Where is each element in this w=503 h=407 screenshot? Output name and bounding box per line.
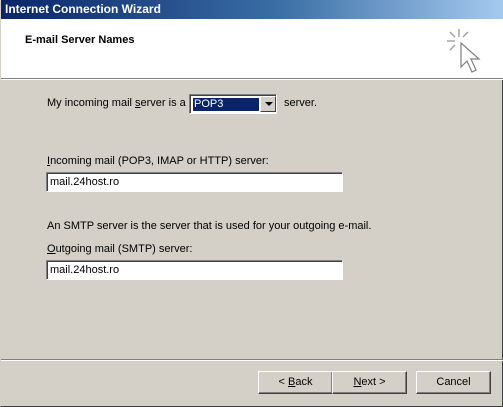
- next-button[interactable]: Next >: [332, 371, 407, 394]
- outgoing-server-label: Outgoing mail (SMTP) server:: [47, 243, 193, 255]
- incoming-server-label: Incoming mail (POP3, IMAP or HTTP) serve…: [47, 155, 269, 167]
- dropdown-button[interactable]: [260, 96, 276, 112]
- incoming-server-field[interactable]: mail.24host.ro: [46, 172, 343, 192]
- wizard-header: E-mail Server Names: [1, 19, 503, 78]
- back-button[interactable]: < Back: [258, 371, 333, 394]
- outgoing-server-field[interactable]: mail.24host.ro: [46, 260, 343, 280]
- incoming-server-type-label: My incoming mail server is a: [47, 97, 186, 109]
- wizard-wand-cursor-icon: [447, 29, 481, 73]
- wizard-window: Internet Connection Wizard E-mail Server…: [0, 0, 503, 407]
- footer-separator: [1, 359, 503, 361]
- cancel-button[interactable]: Cancel: [416, 371, 491, 394]
- server-type-dropdown[interactable]: POP3: [189, 94, 277, 114]
- smtp-description: An SMTP server is the server that is use…: [47, 220, 372, 232]
- title-bar[interactable]: Internet Connection Wizard: [1, 0, 503, 19]
- server-type-selected: POP3: [192, 97, 260, 112]
- header-separator: [1, 78, 503, 80]
- page-title: E-mail Server Names: [25, 34, 135, 46]
- server-suffix-label: server.: [284, 97, 318, 109]
- chevron-down-icon: [265, 102, 273, 106]
- window-title: Internet Connection Wizard: [5, 2, 161, 16]
